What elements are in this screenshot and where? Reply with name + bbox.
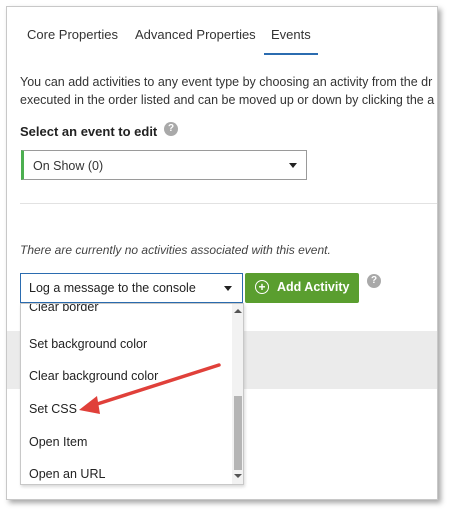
select-event-label: Select an event to edit [20, 124, 158, 139]
activity-dropdown-list[interactable]: Clear border Set background color Clear … [20, 303, 244, 485]
tab-advanced-properties[interactable]: Advanced Properties [135, 27, 256, 42]
event-select[interactable]: On Show (0) [21, 150, 307, 180]
tab-events[interactable]: Events [271, 27, 311, 42]
add-activity-button[interactable]: + Add Activity [245, 273, 359, 303]
tab-bar: Core Properties Advanced Properties Even… [7, 7, 437, 55]
dropdown-option-clear-background-color[interactable]: Clear background color [29, 369, 158, 383]
activity-select[interactable]: Log a message to the console [20, 273, 243, 303]
plus-circle-icon: + [255, 280, 269, 294]
tab-core-properties[interactable]: Core Properties [27, 27, 118, 42]
dropdown-option-clear-border[interactable]: Clear border [29, 304, 98, 314]
scroll-down-arrow-icon[interactable] [234, 474, 242, 478]
add-activity-label: Add Activity [277, 280, 350, 294]
activity-select-value: Log a message to the console [29, 281, 196, 295]
dropdown-scrollbar[interactable] [232, 304, 243, 484]
event-editor-panel: Core Properties Advanced Properties Even… [6, 6, 438, 500]
active-tab-indicator [264, 53, 318, 55]
section-divider [20, 203, 437, 204]
chevron-down-icon [289, 163, 297, 168]
dropdown-option-set-background-color[interactable]: Set background color [29, 337, 147, 351]
scrollbar-thumb[interactable] [234, 396, 242, 470]
events-description: You can add activities to any event type… [20, 73, 434, 109]
dropdown-option-open-item[interactable]: Open Item [29, 435, 87, 449]
dropdown-option-set-css[interactable]: Set CSS [29, 402, 77, 416]
dropdown-option-open-an-url[interactable]: Open an URL [29, 467, 105, 481]
description-line-1: You can add activities to any event type… [20, 75, 433, 89]
scroll-up-arrow-icon[interactable] [234, 309, 242, 313]
chevron-down-icon [224, 286, 232, 291]
description-line-2: executed in the order listed and can be … [20, 93, 435, 107]
help-icon[interactable]: ? [367, 274, 381, 288]
help-icon[interactable]: ? [164, 122, 178, 136]
no-activities-message: There are currently no activities associ… [20, 243, 331, 257]
event-select-value: On Show (0) [33, 159, 104, 173]
